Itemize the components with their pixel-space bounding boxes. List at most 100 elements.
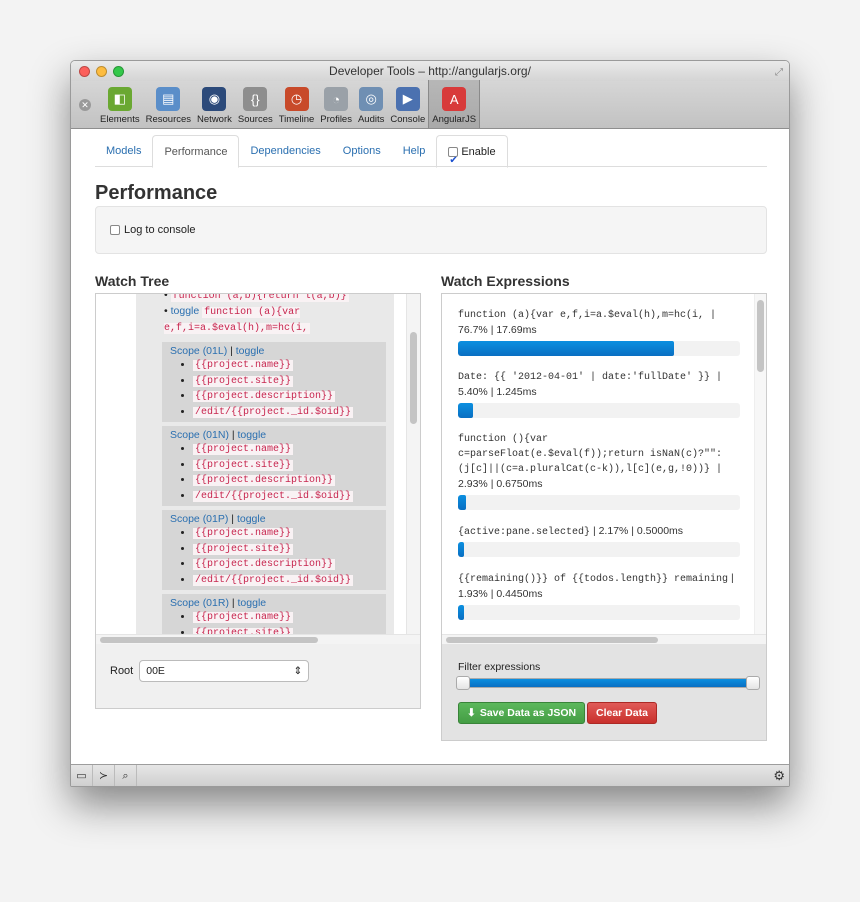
log-to-console-checkbox[interactable]	[110, 225, 120, 235]
watch-expression-item: {active:pane.selected} | 2.17% | 0.5000m…	[442, 524, 766, 557]
watch-expression-code: /edit/{{project._id.$oid}}	[193, 490, 354, 502]
download-icon: ⬇	[467, 707, 476, 719]
enable-label: Enable	[461, 145, 496, 158]
tree-horizontal-scroll-thumb[interactable]	[100, 637, 318, 643]
search-icon[interactable]: ⌕	[115, 764, 137, 786]
log-to-console-label: Log to console	[124, 224, 196, 236]
toolbar-tab-label: Profiles	[320, 114, 352, 125]
watch-fn-code: function (a,b){return l(a,b)}	[170, 294, 349, 302]
fullscreen-icon[interactable]: ⤢	[775, 63, 783, 83]
separator: |	[228, 597, 238, 609]
list-item: /edit/{{project._id.$oid}}	[193, 573, 386, 589]
scope-header: Scope (01L) | toggle	[170, 344, 386, 358]
expression-code: function (){var c=parseFloat(e.$eval(f))…	[458, 434, 723, 475]
console-drawer-icon[interactable]: ≻	[93, 764, 115, 786]
watch-expression-code: {{project.site}}	[193, 459, 294, 471]
scope-watch-list: {{project.name}} {{project.site}} {{projec…	[170, 358, 386, 420]
toolbar-tab-sources[interactable]: {} Sources	[235, 80, 276, 128]
toolbar-tab-angularjs[interactable]: A AngularJS	[428, 80, 481, 128]
expressions-vertical-scrollbar[interactable]	[754, 294, 766, 634]
devtools-window: Developer Tools – http://angularjs.org/ …	[70, 60, 790, 787]
filter-min-handle[interactable]	[456, 676, 470, 690]
progress-bar-fill	[458, 341, 675, 356]
scope-header: Scope (01R) | toggle	[170, 596, 386, 610]
scope-link[interactable]: Scope (01R)	[170, 597, 229, 609]
root-select[interactable]: 00E ⇕	[139, 660, 310, 682]
dock-icon[interactable]: ▭	[71, 764, 93, 786]
window-controls	[79, 66, 124, 77]
separator: |	[228, 429, 238, 441]
expressions-horizontal-scroll-thumb[interactable]	[446, 637, 658, 643]
clear-data-button[interactable]: Clear Data	[587, 702, 657, 724]
root-label: Root	[110, 665, 134, 677]
tab-performance[interactable]: Performance	[152, 135, 240, 168]
tab-help[interactable]: Help	[392, 135, 437, 167]
toolbar-tab-resources[interactable]: ▤ Resources	[143, 80, 194, 128]
tree-vertical-scroll-thumb[interactable]	[410, 332, 417, 424]
root-select-value: 00E	[146, 665, 165, 677]
expression-stats: | 2.17% | 0.5000ms	[590, 525, 684, 537]
toolbar-tab-profiles[interactable]: ◔ Profiles	[317, 80, 355, 128]
watch-expression-code: {{project.site}}	[193, 375, 294, 387]
toggle-link[interactable]: toggle	[171, 305, 200, 317]
toolbar-tab-label: Console	[390, 114, 426, 125]
scope-link[interactable]: Scope (01L)	[170, 345, 227, 357]
toolbar-tab-audits[interactable]: ◎ Audits	[355, 80, 387, 128]
watch-expressions-heading: Watch Expressions	[441, 273, 570, 289]
expression-code: {active:pane.selected}	[458, 527, 591, 538]
scope-link[interactable]: Scope (01P)	[170, 513, 228, 525]
expressions-horizontal-scrollbar[interactable]	[442, 634, 766, 644]
tab-dependencies[interactable]: Dependencies	[239, 135, 331, 167]
tree-horizontal-scrollbar[interactable]	[96, 634, 420, 644]
expression-code: Date: {{ '2012-04-01' | date:'fullDate' …	[458, 372, 723, 383]
scope-watch-list: {{project.name}} {{project.site}} {{projec…	[170, 442, 386, 504]
toggle-link[interactable]: toggle	[237, 513, 266, 525]
minimize-window-button[interactable]	[96, 66, 107, 77]
watch-expression-text: Date: {{ '2012-04-01' | date:'fullDate' …	[458, 370, 740, 401]
toggle-link[interactable]: toggle	[236, 345, 265, 357]
angularjs-icon: A	[442, 87, 467, 111]
progress-bar	[458, 495, 740, 510]
list-item: /edit/{{project._id.$oid}}	[193, 405, 386, 421]
enable-toggle[interactable]: Enable	[436, 135, 508, 177]
close-devtools-icon[interactable]: ✕	[79, 99, 91, 111]
root-selector-row: Root 00E ⇕	[110, 660, 310, 682]
expression-stats: 5.40% | 1.245ms	[458, 386, 537, 398]
toggle-link[interactable]: toggle	[238, 429, 267, 441]
toolbar-tab-label: AngularJS	[432, 114, 477, 125]
toolbar-tab-elements[interactable]: ◧ Elements	[97, 80, 143, 128]
watch-expression-code: /edit/{{project._id.$oid}}	[193, 406, 354, 418]
expression-stats: 76.7% | 17.69ms	[458, 324, 537, 336]
watch-tree-scroll-area[interactable]: • function (a,b){return l(a,b)} • toggle…	[96, 294, 420, 644]
title-bar: Developer Tools – http://angularjs.org/ …	[71, 61, 789, 81]
toolbar-tab-network[interactable]: ◉ Network	[194, 80, 235, 128]
scope-node: Scope (01L) | toggle{{project.name}}{{pr…	[162, 342, 386, 422]
progress-bar-fill	[458, 542, 465, 557]
watch-expressions-scroll-area[interactable]: function (a){var e,f,i=a.$eval(h),m=hc(i…	[442, 294, 766, 644]
watch-expression-code: {{project.name}}	[193, 528, 294, 539]
panel-toolbar: ✕ ◧ Elements ▤ Resources ◉ Network {} Sources ◷ T…	[71, 80, 789, 129]
angularjs-panel: Models Performance Dependencies Options …	[71, 130, 789, 766]
zoom-window-button[interactable]	[113, 66, 124, 77]
progress-bar	[458, 605, 740, 620]
watch-expression-item: {{remaining()}} of {{todos.length}} rema…	[442, 571, 766, 620]
timeline-icon: ◷	[284, 87, 309, 111]
toolbar-tab-console[interactable]: ▶ Console	[387, 80, 428, 128]
scope-link[interactable]: Scope (01N)	[170, 429, 229, 441]
close-window-button[interactable]	[79, 66, 90, 77]
filter-max-handle[interactable]	[746, 676, 760, 690]
tab-models[interactable]: Models	[95, 135, 152, 167]
filter-range-slider[interactable]	[456, 676, 760, 690]
enable-checkbox[interactable]	[448, 145, 459, 177]
expressions-vertical-scroll-thumb[interactable]	[757, 300, 764, 372]
progress-bar	[458, 403, 740, 418]
expression-code: function (a){var e,f,i=a.$eval(h),m=hc(i…	[458, 310, 717, 321]
list-item: {{project.name}}	[193, 526, 386, 542]
save-json-button[interactable]: ⬇ Save Data as JSON	[458, 702, 586, 724]
toolbar-tab-timeline[interactable]: ◷ Timeline	[276, 80, 318, 128]
tab-options[interactable]: Options	[332, 135, 392, 167]
gear-icon[interactable]: ⚙	[773, 768, 785, 784]
toggle-link[interactable]: toggle	[238, 597, 267, 609]
tree-vertical-scrollbar[interactable]	[406, 294, 420, 634]
toolbar-tab-label: Timeline	[278, 114, 315, 125]
